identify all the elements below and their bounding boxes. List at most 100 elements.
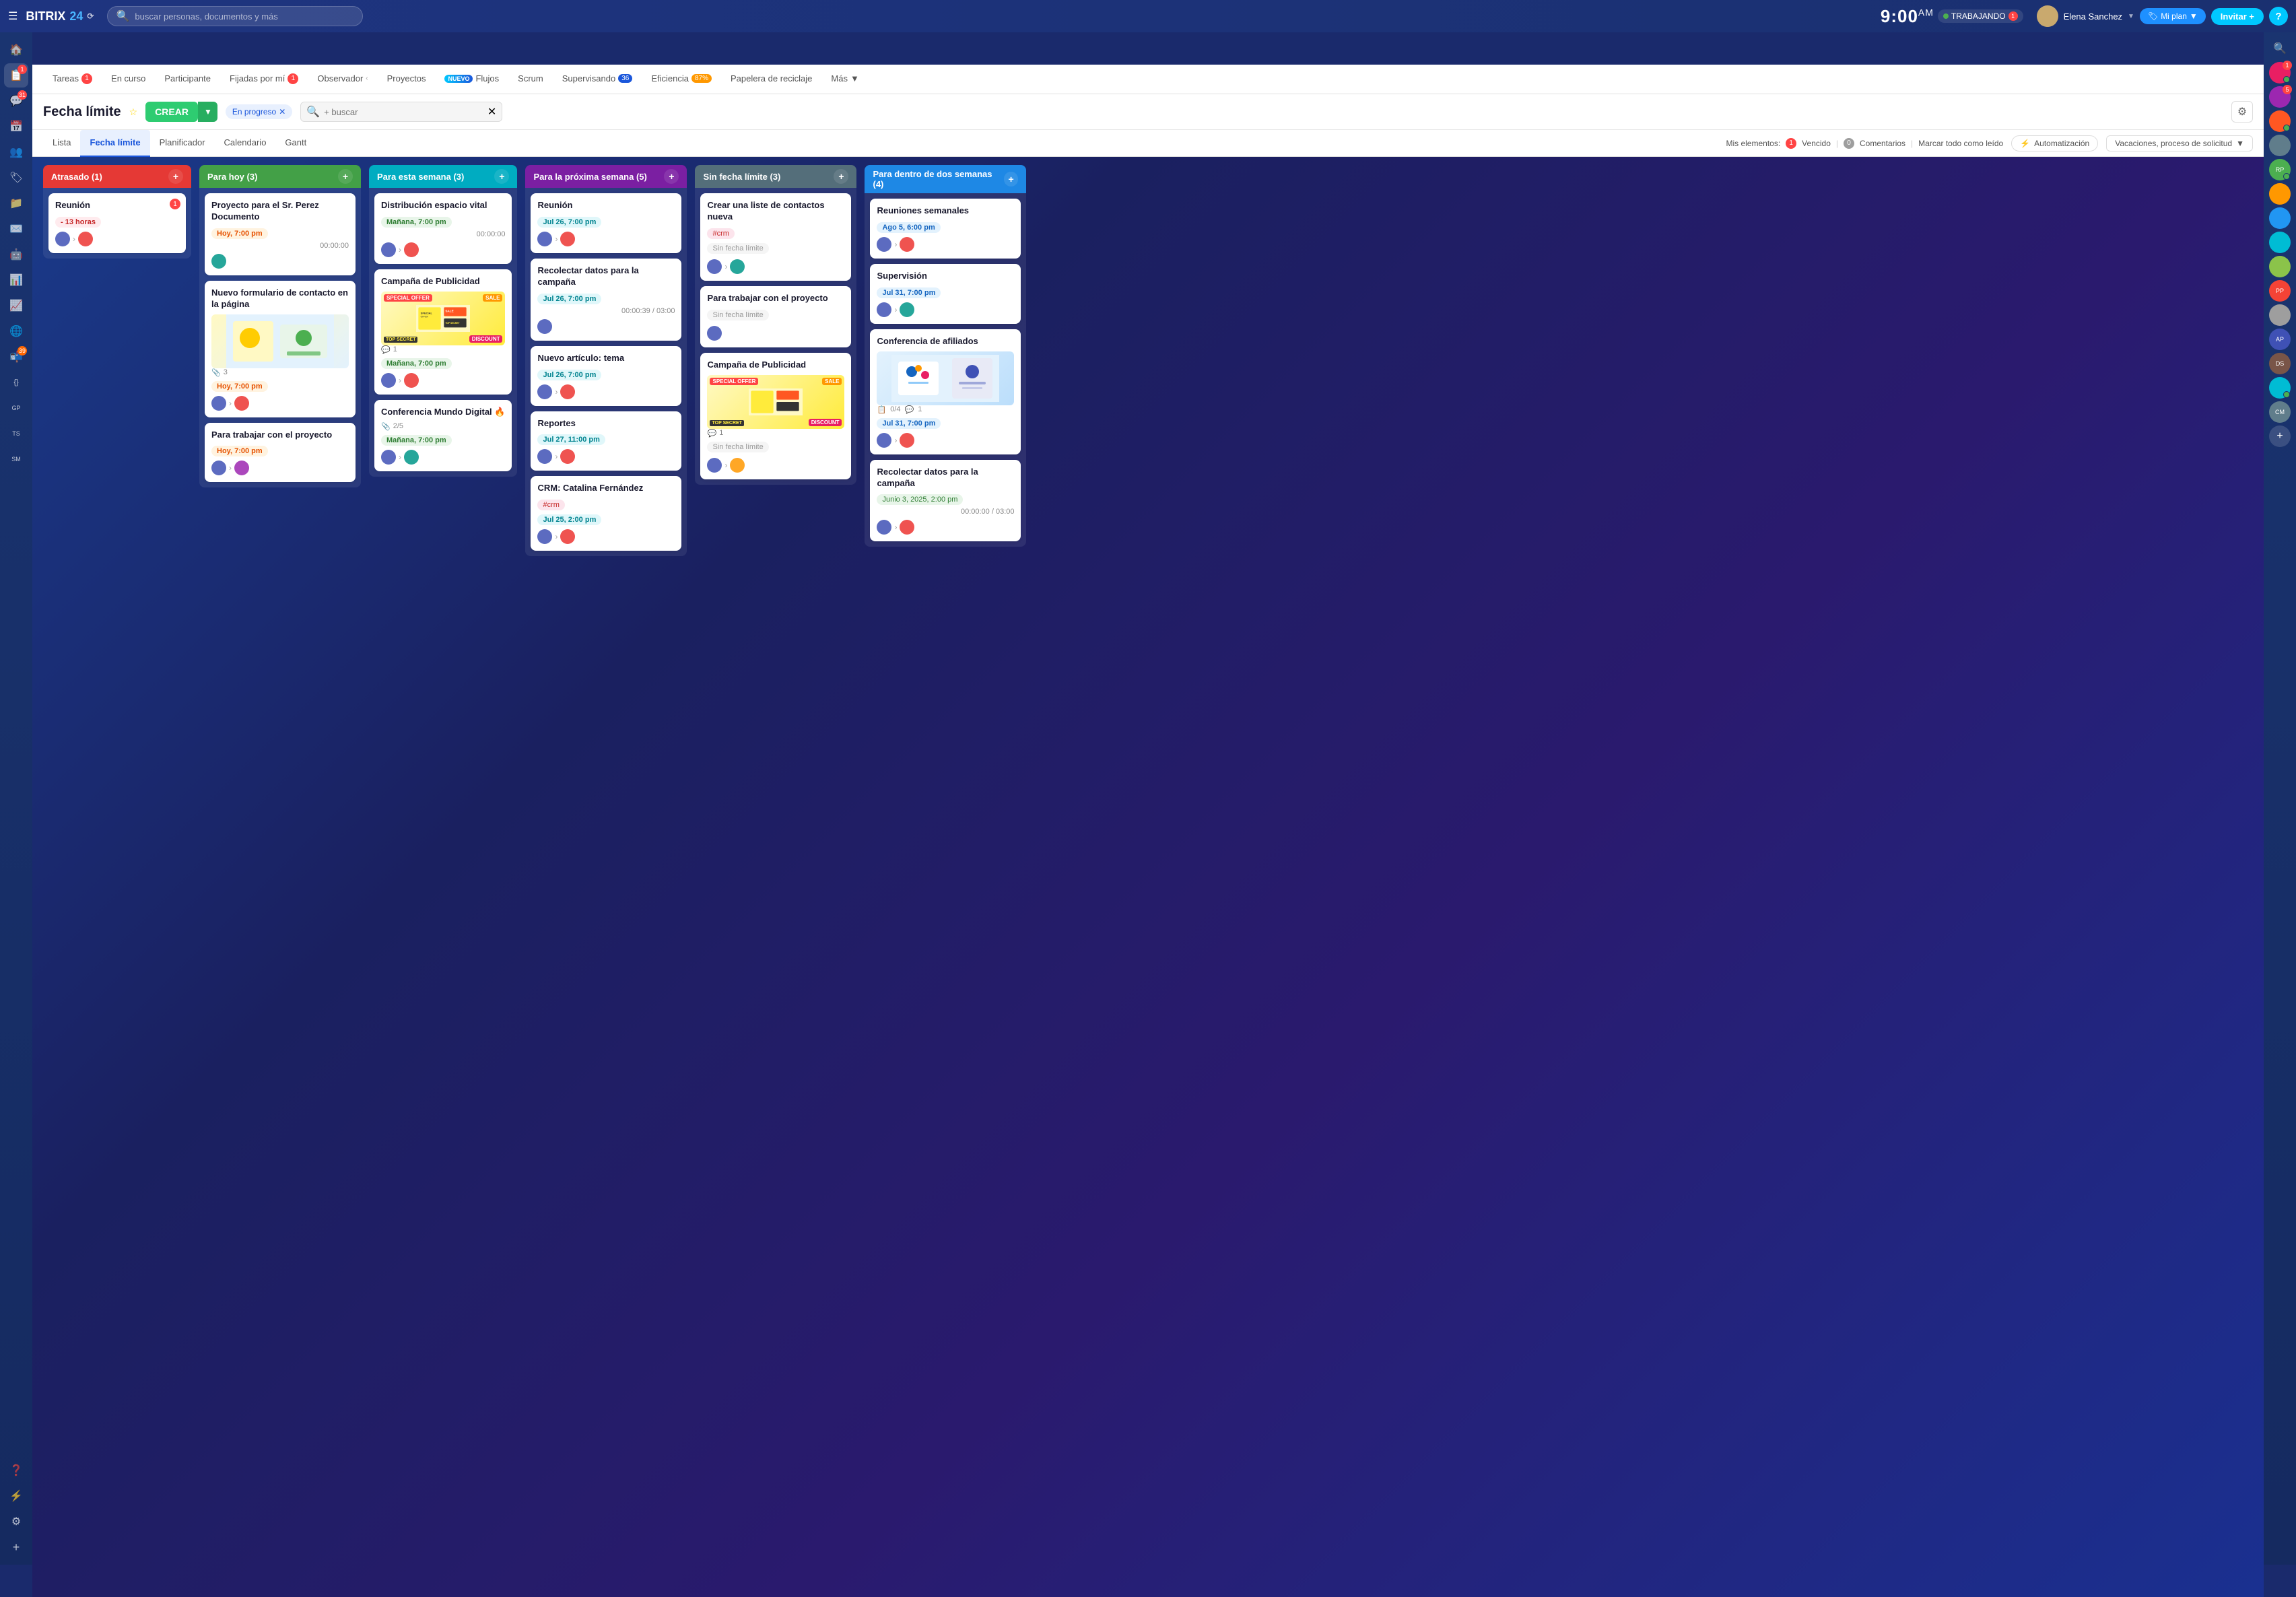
favorite-icon[interactable]: ☆ <box>129 106 138 118</box>
svg-text:SALE: SALE <box>446 309 454 312</box>
tab-mas[interactable]: Más ▼ <box>821 65 868 94</box>
automatizacion-button[interactable]: ⚡ Automatización <box>2011 135 2098 151</box>
right-avatar-2[interactable]: 5 <box>2269 86 2291 108</box>
tab-tareas[interactable]: Tareas 1 <box>43 65 102 94</box>
col-sin-fecha-add[interactable]: + <box>834 169 848 184</box>
col-proxima-semana-title: Para la próxima semana (5) <box>533 172 646 182</box>
right-add-contact[interactable]: + <box>2269 426 2291 447</box>
sidebar-item-crm[interactable]: 🏷 <box>4 166 28 190</box>
tab-supervisando[interactable]: Supervisando 36 <box>553 65 642 94</box>
sidebar-item-ts[interactable]: TS <box>4 421 28 446</box>
col-esta-semana-add[interactable]: + <box>494 169 509 184</box>
tab-participante[interactable]: Participante <box>155 65 220 94</box>
filter-pill-close[interactable]: ✕ <box>279 107 285 116</box>
right-avatar-ds[interactable]: DS <box>2269 353 2291 374</box>
col-proxima-semana-add[interactable]: + <box>664 169 679 184</box>
col-dos-semanas-add[interactable]: + <box>1004 172 1019 186</box>
invitar-button[interactable]: Invitar + <box>2211 8 2264 25</box>
app-logo: BITRIX 24 ⟳ <box>26 9 94 24</box>
comentarios-label[interactable]: Comentarios <box>1860 139 1905 148</box>
sidebar-item-calendar[interactable]: 📅 <box>4 114 28 139</box>
hamburger-icon[interactable]: ☰ <box>8 9 18 23</box>
marcar-todo-button[interactable]: Marcar todo como leído <box>1918 139 2003 148</box>
right-avatar-10[interactable] <box>2269 377 2291 399</box>
sidebar-item-inbox[interactable]: 📬39 <box>4 345 28 369</box>
refresh-icon[interactable]: ⟳ <box>87 11 94 21</box>
vacaciones-button[interactable]: Vacaciones, proceso de solicitud ▼ <box>2106 135 2253 151</box>
user-chevron[interactable]: ▼ <box>2128 13 2134 20</box>
right-avatar-8[interactable] <box>2269 256 2291 277</box>
sidebar-item-sites[interactable]: 🌐 <box>4 319 28 343</box>
filter-pill-en-progreso[interactable]: En progreso ✕ <box>226 104 292 119</box>
tab-eficiencia[interactable]: Eficiencia 87% <box>642 65 721 94</box>
crear-dropdown-button[interactable]: ▼ <box>198 102 217 122</box>
sidebar-item-tasks[interactable]: 📋1 <box>4 63 28 88</box>
right-avatar-ap[interactable]: AP <box>2269 329 2291 350</box>
card-conferencia-mundo-digital: Conferencia Mundo Digital 🔥 📎2/5 Mañana,… <box>374 400 512 471</box>
right-avatar-3[interactable] <box>2269 110 2291 132</box>
card-title: CRM: Catalina Fernández <box>537 483 675 494</box>
board-settings-button[interactable]: ⚙ <box>2231 101 2253 123</box>
card-avatars: › <box>537 449 675 464</box>
sidebar-item-settings[interactable]: ⚙ <box>4 1509 28 1534</box>
right-avatar-7[interactable] <box>2269 232 2291 253</box>
sub-tab-calendario-label: Calendario <box>224 137 267 147</box>
col-atrasado-add[interactable]: + <box>168 169 183 184</box>
sidebar-item-chat[interactable]: 💬31 <box>4 89 28 113</box>
sidebar-item-mail[interactable]: ✉️ <box>4 217 28 241</box>
ad-secret: TOP SECRET <box>384 337 417 343</box>
tab-en-curso[interactable]: En curso <box>102 65 155 94</box>
sidebar-item-home[interactable]: 🏠 <box>4 38 28 62</box>
sidebar-item-robot[interactable]: 🤖 <box>4 242 28 267</box>
filter-search[interactable]: 🔍 ✕ <box>300 102 502 122</box>
nav-search[interactable]: 🔍 <box>107 6 363 26</box>
help-button[interactable]: ? <box>2269 7 2288 26</box>
card-avatars: › <box>381 373 505 388</box>
crear-button[interactable]: CREAR <box>145 102 198 122</box>
user-avatar[interactable] <box>2037 5 2058 27</box>
right-avatar-pp[interactable]: PP <box>2269 280 2291 302</box>
sidebar-item-analytics[interactable]: 📊 <box>4 268 28 292</box>
search-input[interactable] <box>135 11 354 22</box>
right-avatar-4[interactable] <box>2269 135 2291 156</box>
right-avatar-1[interactable]: 1 <box>2269 62 2291 83</box>
sidebar-item-reports[interactable]: 📈 <box>4 294 28 318</box>
search-filter-clear[interactable]: ✕ <box>487 105 496 118</box>
tab-papelera[interactable]: Papelera de reciclaje <box>721 65 821 94</box>
card-reunion-proxima: Reunión Jul 26, 7:00 pm › <box>531 193 681 253</box>
tab-scrum[interactable]: Scrum <box>508 65 553 94</box>
right-avatar-5[interactable] <box>2269 183 2291 205</box>
sidebar-item-automation[interactable]: ⚡ <box>4 1484 28 1508</box>
tab-flujos[interactable]: NUEVO Flujos <box>435 65 508 94</box>
sidebar-item-add[interactable]: + <box>4 1535 28 1559</box>
vencido-label[interactable]: Vencido <box>1802 139 1831 148</box>
user-name[interactable]: Elena Sanchez <box>2064 11 2122 22</box>
sub-tab-lista[interactable]: Lista <box>43 130 80 157</box>
sub-tab-planificador[interactable]: Planificador <box>150 130 215 157</box>
tab-mas-label: Más <box>831 73 848 83</box>
tab-proyectos[interactable]: Proyectos <box>378 65 436 94</box>
sidebar-item-sm[interactable]: SM <box>4 447 28 471</box>
sidebar-item-code[interactable]: {} <box>4 370 28 395</box>
right-avatar-rp[interactable]: RP <box>2269 159 2291 180</box>
sidebar-item-drive[interactable]: 📁 <box>4 191 28 215</box>
sidebar-item-contacts[interactable]: 👥 <box>4 140 28 164</box>
col-para-hoy-add[interactable]: + <box>338 169 353 184</box>
sub-tab-gantt[interactable]: Gantt <box>275 130 316 157</box>
right-avatar-9[interactable] <box>2269 304 2291 326</box>
mi-plan-button[interactable]: 🏷Mi plan▼ <box>2140 8 2206 24</box>
right-search-icon[interactable]: 🔍 <box>2269 38 2291 59</box>
sidebar-item-help[interactable]: ❓ <box>4 1458 28 1483</box>
status-text: TRABAJANDO <box>1951 11 2006 21</box>
right-avatar-cm[interactable]: CM <box>2269 401 2291 423</box>
card-time-tag: Mañana, 7:00 pm <box>381 435 452 446</box>
tab-fijadas[interactable]: Fijadas por mí 1 <box>220 65 308 94</box>
sub-tab-calendario[interactable]: Calendario <box>215 130 276 157</box>
working-status[interactable]: TRABAJANDO 1 <box>1938 9 2023 23</box>
right-avatar-6[interactable] <box>2269 207 2291 229</box>
tab-papelera-label: Papelera de reciclaje <box>731 73 812 83</box>
filter-search-input[interactable] <box>324 107 483 117</box>
sidebar-item-gp[interactable]: GP <box>4 396 28 420</box>
sub-tab-fecha-limite[interactable]: Fecha límite <box>80 130 149 157</box>
tab-observador[interactable]: Observador ‹ <box>308 65 377 94</box>
